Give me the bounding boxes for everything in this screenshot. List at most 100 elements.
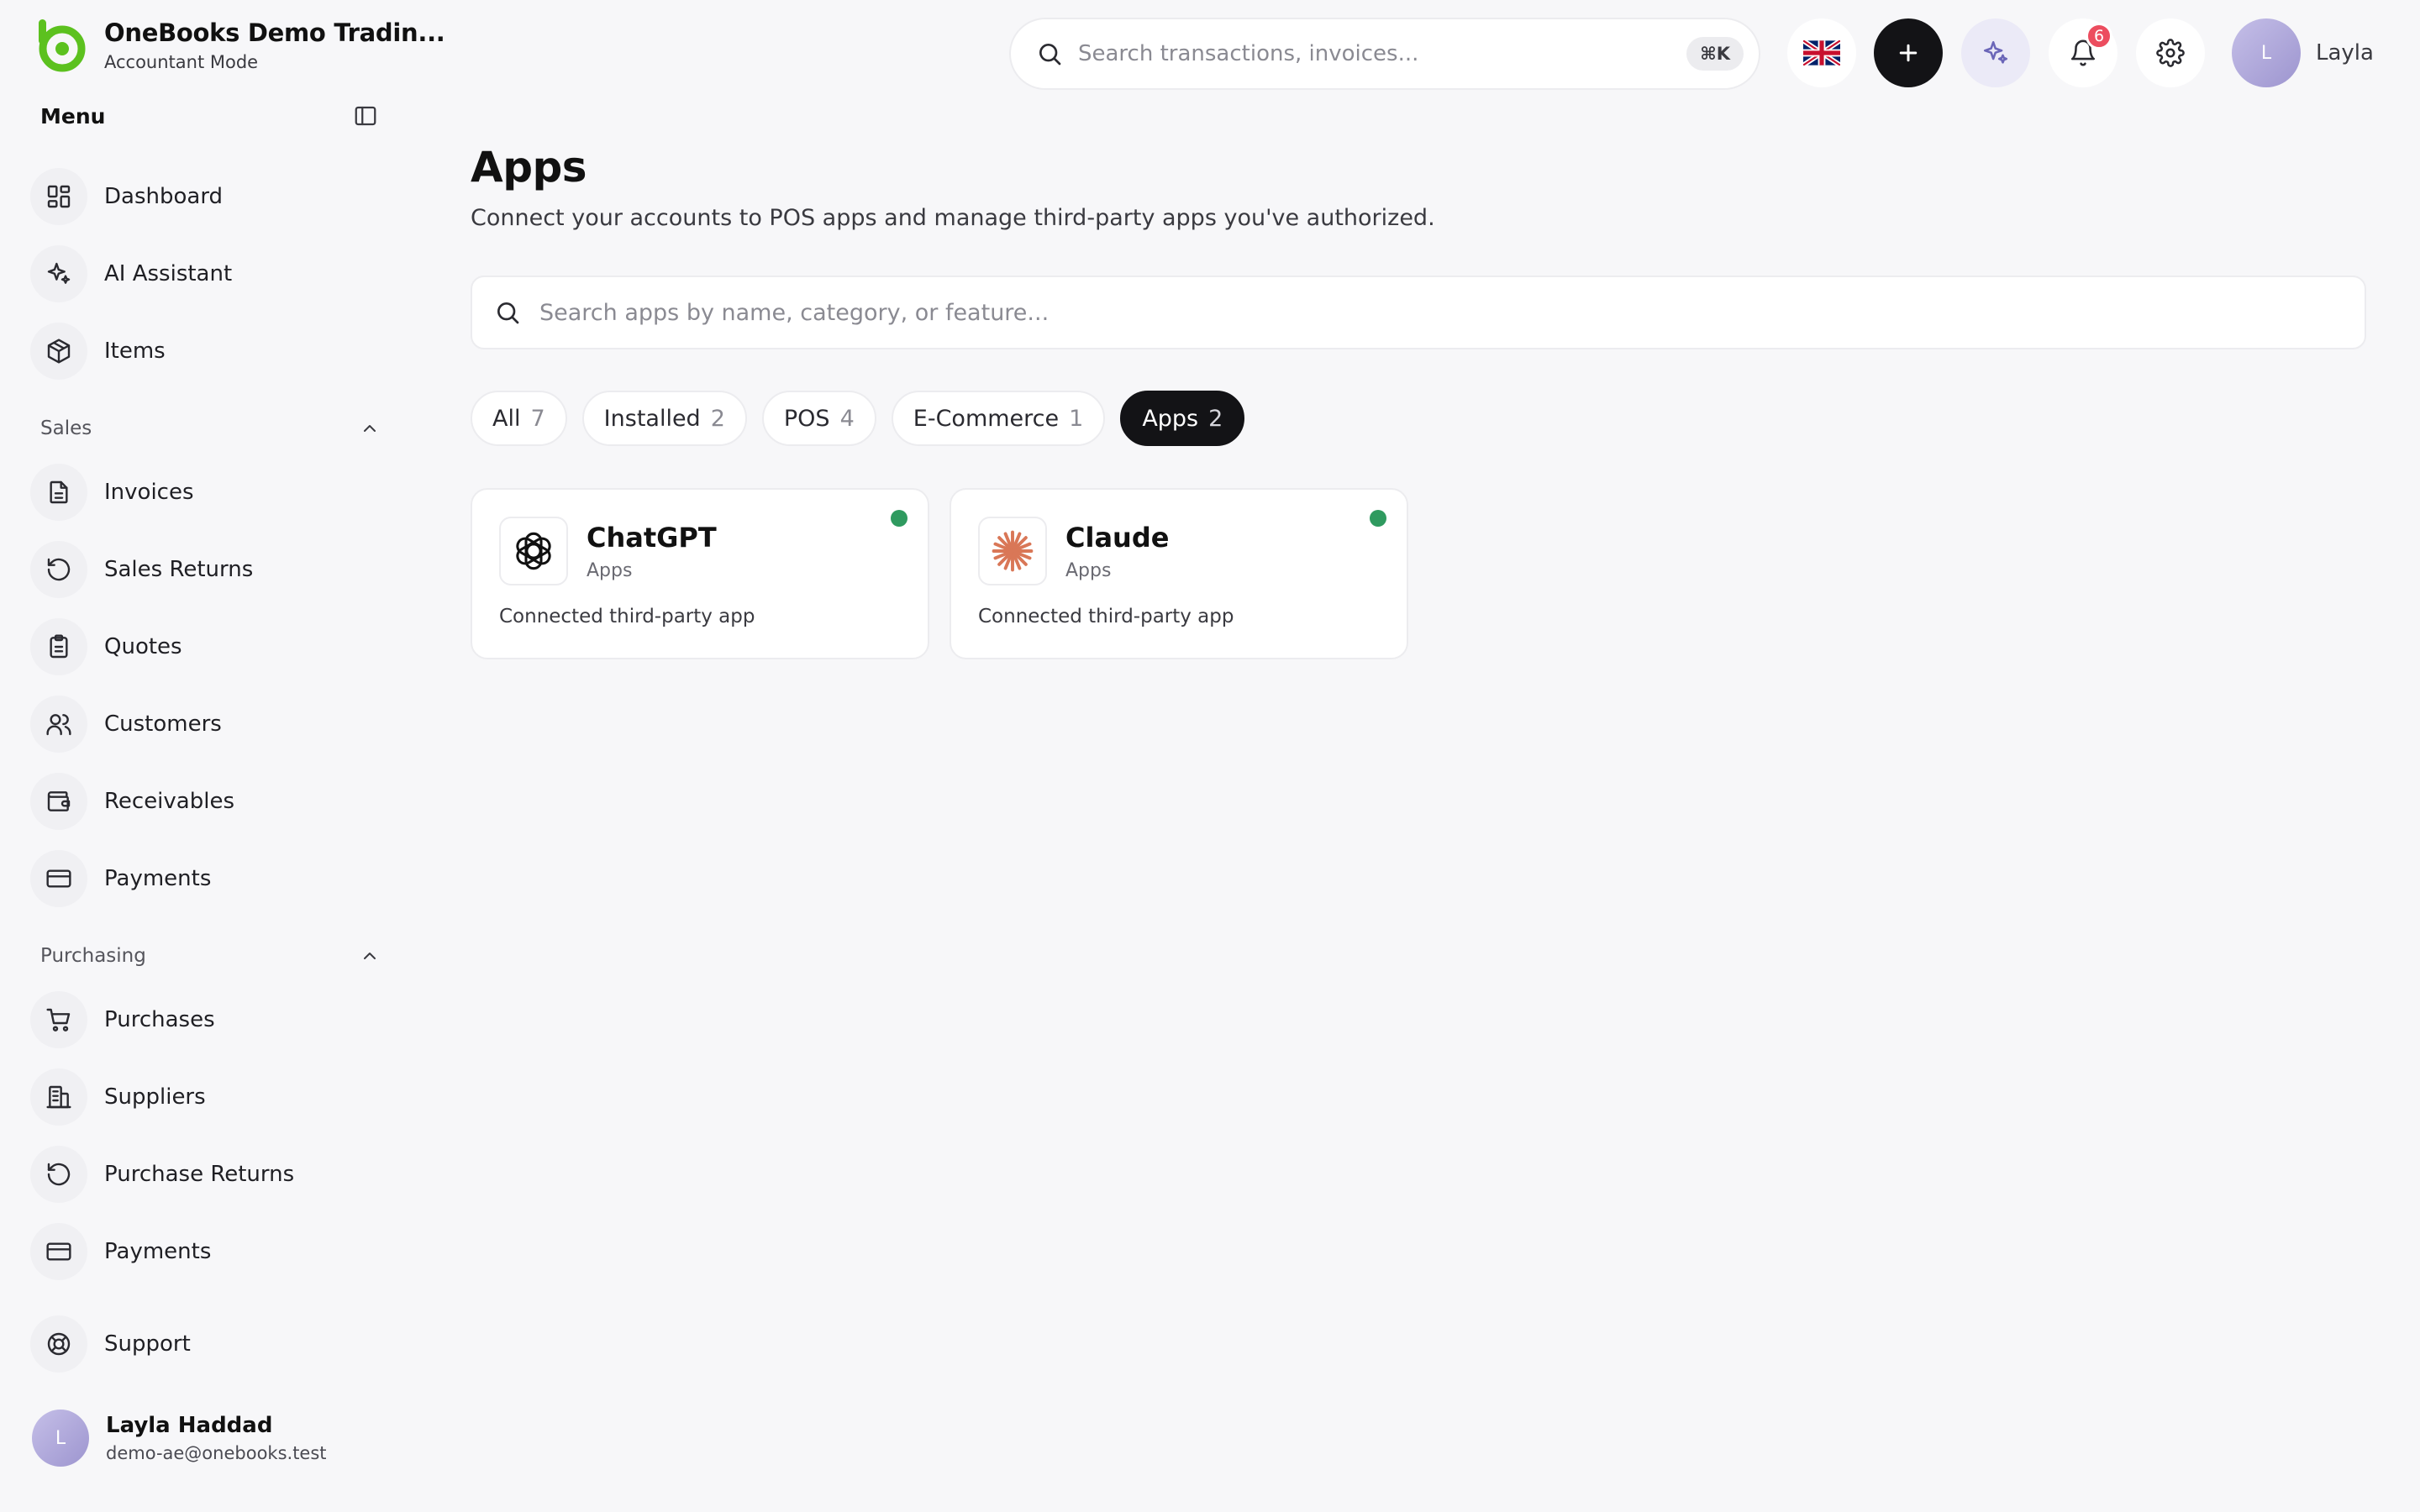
filter-label: POS [783, 405, 830, 432]
sidebar-item-label: Quotes [104, 634, 182, 659]
filter-count: 1 [1069, 405, 1084, 432]
filter-label: All [492, 405, 521, 432]
sidebar-item-dashboard[interactable]: Dashboard [30, 165, 383, 228]
sidebar-user-card[interactable]: L Layla Haddad demo-ae@onebooks.test [32, 1410, 327, 1467]
sidebar-item-items[interactable]: Items [30, 319, 383, 383]
filter-label: E-Commerce [913, 405, 1060, 432]
section-title: Sales [40, 417, 92, 439]
app-card-claude[interactable]: Claude Apps Connected third-party app [950, 488, 1408, 659]
brand-text: OneBooks Demo Tradin... Accountant Mode [104, 18, 445, 72]
sidebar-item-label: Receivables [104, 789, 234, 814]
filter-e-commerce[interactable]: E-Commerce 1 [891, 391, 1106, 446]
connected-status-dot [1370, 510, 1386, 527]
menu-title: Menu [40, 103, 106, 129]
sidebar-item-support[interactable]: Support [30, 1312, 383, 1376]
sidebar-item-payments[interactable]: Payments [30, 847, 383, 911]
sales-section-header[interactable]: Sales [40, 415, 380, 442]
filter-apps[interactable]: Apps 2 [1120, 391, 1245, 446]
ai-assistant-button[interactable] [1961, 18, 2030, 87]
filter-label: Apps [1142, 405, 1199, 432]
sidebar-item-label: Sales Returns [104, 557, 254, 582]
search-icon [497, 302, 519, 324]
app-description: Connected third-party app [978, 606, 1234, 627]
sidebar-item-label: Payments [104, 1239, 212, 1264]
credit-card-icon [30, 1223, 87, 1280]
app-description: Connected third-party app [499, 606, 755, 627]
sidebar-item-label: Invoices [104, 480, 194, 505]
rotate-ccw-icon [30, 1146, 87, 1203]
user-info: Layla Haddad demo-ae@onebooks.test [106, 1413, 327, 1463]
building-icon [30, 1068, 87, 1126]
app-logo [978, 517, 1047, 585]
filter-all[interactable]: All 7 [471, 391, 567, 446]
shortcut-hint: ⌘K [1686, 37, 1744, 71]
apps-search-input[interactable] [539, 299, 2343, 326]
sidebar-item-sales-returns[interactable]: Sales Returns [30, 538, 383, 601]
create-new-button[interactable] [1874, 18, 1943, 87]
sidebar-item-label: Items [104, 339, 166, 364]
app-name: ChatGPT [587, 522, 717, 554]
wallet-icon [30, 773, 87, 830]
sparkles-icon [30, 245, 87, 302]
filter-tabs: All 7 Installed 2 POS 4 E-Commerce 1 App… [471, 391, 1260, 446]
sidebar-item-label: Purchase Returns [104, 1162, 295, 1187]
filter-count: 4 [839, 405, 855, 432]
gear-icon [2156, 39, 2185, 67]
filter-label: Installed [603, 405, 701, 432]
cart-icon [30, 991, 87, 1048]
sidebar-item-invoices[interactable]: Invoices [30, 460, 383, 524]
filter-count: 2 [710, 405, 725, 432]
section-title: Purchasing [40, 945, 146, 967]
purchasing-section-header[interactable]: Purchasing [40, 942, 380, 969]
clipboard-icon [30, 618, 87, 675]
brand-name: OneBooks Demo Tradin... [104, 18, 445, 47]
document-icon [30, 464, 87, 521]
app-logo [499, 517, 568, 585]
settings-button[interactable] [2136, 18, 2205, 87]
sidebar-item-purchase-returns[interactable]: Purchase Returns [30, 1142, 383, 1206]
users-icon [30, 696, 87, 753]
user-email: demo-ae@onebooks.test [106, 1443, 327, 1463]
app-category: Apps [1065, 560, 1112, 581]
apps-search[interactable] [471, 276, 2366, 349]
brand[interactable]: OneBooks Demo Tradin... Accountant Mode [32, 17, 445, 74]
brand-mode: Accountant Mode [104, 52, 259, 72]
sidebar-item-label: Dashboard [104, 184, 224, 209]
filter-installed[interactable]: Installed 2 [581, 391, 747, 446]
claude-logo-icon [992, 530, 1034, 572]
sidebar-item-purchases[interactable]: Purchases [30, 988, 383, 1052]
chatgpt-logo-icon [516, 532, 551, 570]
avatar: L [32, 1410, 89, 1467]
panel-left-icon [355, 106, 376, 126]
sidebar-item-quotes[interactable]: Quotes [30, 615, 383, 679]
top-user-name: Layla [2316, 40, 2374, 66]
box-icon [30, 323, 87, 380]
sidebar-toggle-button[interactable] [351, 102, 380, 130]
sidebar-item-label: Suppliers [104, 1084, 206, 1110]
language-button[interactable] [1787, 18, 1856, 87]
sidebar-item-receivables[interactable]: Receivables [30, 769, 383, 833]
menu-header: Menu [40, 102, 380, 129]
connected-status-dot [891, 510, 908, 527]
user-menu-button[interactable]: L Layla [2232, 18, 2374, 87]
rotate-ccw-icon [30, 541, 87, 598]
app-card-chatgpt[interactable]: ChatGPT Apps Connected third-party app [471, 488, 929, 659]
global-search[interactable]: ⌘K [1009, 18, 1760, 90]
app-name: Claude [1065, 522, 1170, 554]
sidebar-item-label: AI Assistant [104, 261, 233, 286]
filter-pos[interactable]: POS 4 [761, 391, 876, 446]
sidebar-item-ai-assistant[interactable]: AI Assistant [30, 242, 383, 306]
app-category: Apps [587, 560, 633, 581]
search-icon [1039, 44, 1061, 66]
sidebar-item-suppliers[interactable]: Suppliers [30, 1065, 383, 1129]
sidebar-item-purchase-payments[interactable]: Payments [30, 1220, 383, 1284]
sidebar-item-label: Customers [104, 711, 222, 737]
global-search-input[interactable] [1078, 41, 1687, 66]
lifebuoy-icon [30, 1315, 87, 1373]
filter-count: 7 [530, 405, 545, 432]
sidebar-item-customers[interactable]: Customers [30, 692, 383, 756]
filter-count: 2 [1208, 405, 1223, 432]
notifications-button[interactable]: 6 [2049, 18, 2118, 87]
sidebar-item-label: Purchases [104, 1007, 215, 1032]
sidebar-item-label: Payments [104, 866, 212, 891]
